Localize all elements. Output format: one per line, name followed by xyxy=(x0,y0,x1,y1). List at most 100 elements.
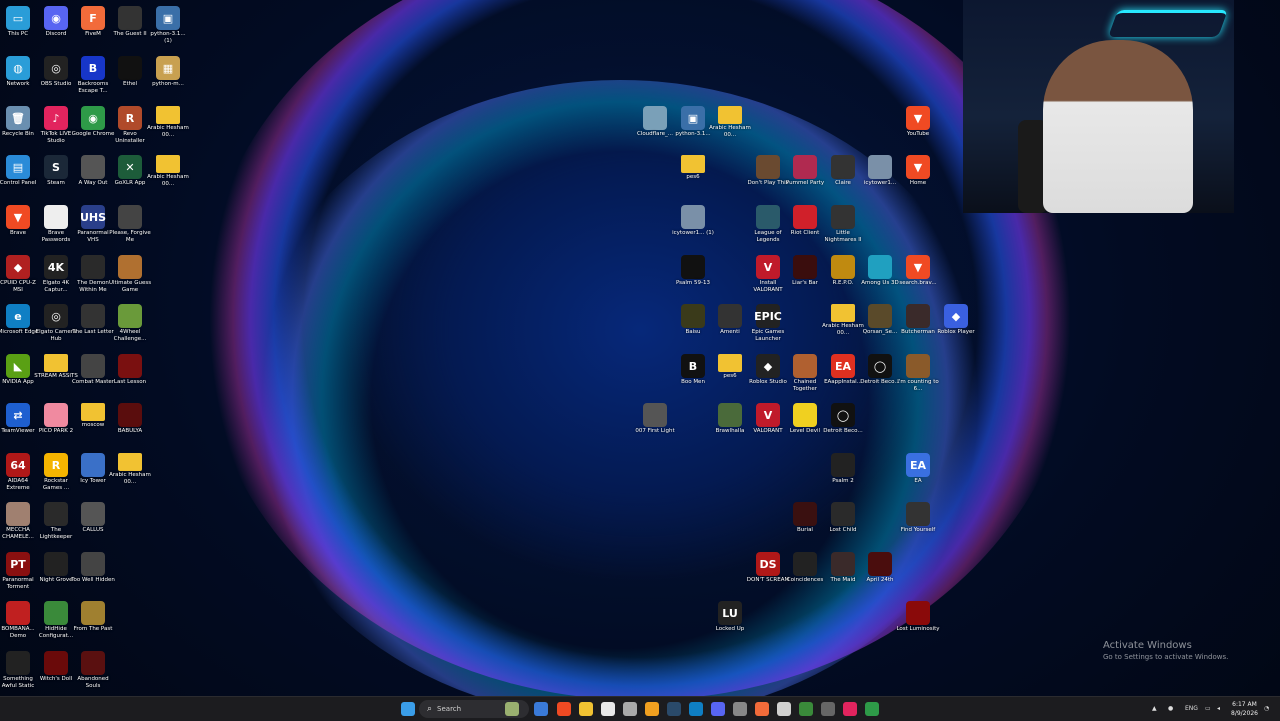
microphone-icon[interactable]: ● xyxy=(1168,697,1173,721)
desktop-icon[interactable]: ◉ Google Chrome xyxy=(72,106,114,138)
desktop-icon[interactable]: ◆ Roblox Player xyxy=(936,304,976,336)
desktop-icon[interactable]: Pummel Party xyxy=(785,155,825,187)
desktop-icon[interactable]: ▼ YouTube xyxy=(898,106,938,138)
desktop-icon[interactable]: Cloudflare_... xyxy=(635,106,675,138)
desktop-icon[interactable]: The Guest II xyxy=(110,6,150,38)
taskbar-app-icon[interactable] xyxy=(733,702,747,716)
desktop-icon[interactable]: I'm counting to 6... xyxy=(897,354,939,393)
desktop-icon[interactable]: ✕ GoXLR App xyxy=(110,155,150,187)
desktop-icon[interactable]: DS DON'T SCREAM xyxy=(747,552,789,584)
desktop-icon[interactable]: BOMBANA... Demo xyxy=(0,601,38,640)
desktop-icon[interactable]: EA EA xyxy=(898,453,938,485)
desktop-icon[interactable]: Arabic Hesham 00... xyxy=(822,304,864,337)
desktop-icon[interactable]: B Boo Men xyxy=(673,354,713,386)
desktop-icon[interactable]: ◆ Roblox Studio xyxy=(748,354,788,386)
taskbar-app-icon[interactable] xyxy=(777,702,791,716)
taskbar-app-icon[interactable] xyxy=(505,702,519,716)
taskbar-app-icon[interactable] xyxy=(821,702,835,716)
desktop-icon[interactable]: Arabic Hesham 00... xyxy=(709,106,751,139)
desktop-icon[interactable]: ▼ Brave xyxy=(0,205,38,237)
desktop-icon[interactable]: From The Past xyxy=(73,601,113,633)
taskbar-app-icon[interactable] xyxy=(865,702,879,716)
desktop-icon[interactable]: Liar's Bar xyxy=(785,255,825,287)
desktop-icon[interactable]: PT Paranormal Torment xyxy=(0,552,38,591)
desktop-icon[interactable]: R Revo Uninstaller xyxy=(110,106,150,145)
desktop-icon[interactable]: 64 AIDA64 Extreme xyxy=(0,453,38,492)
desktop-icon[interactable]: icytower1... (1) xyxy=(672,205,714,237)
desktop-icon[interactable]: V VALORANT xyxy=(748,403,788,435)
desktop-icon[interactable]: Ethel xyxy=(110,56,150,88)
desktop-icon[interactable]: ▭ This PC xyxy=(0,6,38,38)
desktop-icon[interactable]: R.E.P.O. xyxy=(823,255,863,287)
desktop-icon[interactable]: CALLUS xyxy=(73,502,113,534)
desktop-icon[interactable]: Arabic Hesham 00... xyxy=(109,453,151,486)
desktop-icon[interactable]: Baisu xyxy=(673,304,713,336)
desktop-icon[interactable]: S Steam xyxy=(36,155,76,187)
desktop-icon[interactable]: The Lightkeeper xyxy=(36,502,76,541)
taskbar-app-icon[interactable] xyxy=(799,702,813,716)
desktop-icon[interactable]: Please, Forgive Me xyxy=(109,205,151,244)
desktop-icon[interactable]: Night Grove xyxy=(36,552,76,584)
chevron-up-icon[interactable]: ▲ xyxy=(1152,697,1157,721)
taskbar-app-icon[interactable] xyxy=(645,702,659,716)
desktop-icon[interactable]: ▤ Control Panel xyxy=(0,155,38,187)
desktop-icon[interactable]: Something Awful Static xyxy=(0,651,38,690)
desktop-icon[interactable]: Combat Master xyxy=(72,354,114,386)
desktop-icon[interactable]: ▣ python-3.1... (1) xyxy=(148,6,188,45)
desktop-icon[interactable]: ◣ NVIDIA App xyxy=(0,354,38,386)
desktop-icon[interactable]: ▣ python-3.1... xyxy=(673,106,713,138)
desktop-icon[interactable]: ▦ python-m... xyxy=(148,56,188,88)
desktop-icon[interactable]: Lost Child xyxy=(823,502,863,534)
desktop-icon[interactable]: V Install VALORANT xyxy=(748,255,788,294)
taskbar-app-icon[interactable] xyxy=(843,702,857,716)
taskbar-app-icon[interactable] xyxy=(667,702,681,716)
desktop-icon[interactable]: A Way Out xyxy=(73,155,113,187)
desktop-icon[interactable]: 007 First Light xyxy=(635,403,675,435)
desktop-icon[interactable]: Arabic Hesham 00... xyxy=(147,155,189,188)
desktop-icon[interactable]: PICO PARK 2 xyxy=(36,403,76,435)
taskbar-app-icon[interactable] xyxy=(623,702,637,716)
volume-icon[interactable]: ◂ xyxy=(1217,697,1220,721)
desktop-icon[interactable]: Amenti xyxy=(710,304,750,336)
taskbar-app-icon[interactable] xyxy=(601,702,615,716)
desktop-icon[interactable]: EPIC Epic Games Launcher xyxy=(748,304,788,343)
taskbar-app-icon[interactable] xyxy=(557,702,571,716)
desktop-icon[interactable]: ◎ OBS Studio xyxy=(36,56,76,88)
desktop-icon[interactable]: pes6 xyxy=(673,155,713,181)
clock[interactable]: 6:17 AM 8/9/2026 xyxy=(1231,700,1258,718)
desktop-icon[interactable]: Claire xyxy=(823,155,863,187)
desktop-icon[interactable]: LU Locked Up xyxy=(710,601,750,633)
desktop-icon[interactable]: ♪ TikTok LIVE Studio xyxy=(36,106,76,145)
desktop-icon[interactable]: Brawlhalla xyxy=(710,403,750,435)
desktop-icon[interactable]: Find Yourself xyxy=(898,502,938,534)
desktop-icon[interactable]: Among Us 3D xyxy=(860,255,900,287)
desktop-icon[interactable]: HidHide Configurat... xyxy=(36,601,76,640)
desktop-icon[interactable]: April 24th xyxy=(860,552,900,584)
desktop-icon[interactable]: Coincidences xyxy=(785,552,825,584)
network-icon[interactable]: ▭ xyxy=(1205,697,1211,721)
desktop-icon[interactable]: Butcherman xyxy=(898,304,938,336)
desktop-icon[interactable]: Psalm 2 xyxy=(823,453,863,485)
desktop-icon[interactable]: Level Devil xyxy=(785,403,825,435)
desktop-icon[interactable]: ◆ CPUID CPU-Z MSI xyxy=(0,255,38,294)
taskbar-app-icon[interactable] xyxy=(579,702,593,716)
desktop-icon[interactable]: ◍ Network xyxy=(0,56,38,88)
desktop-icon[interactable]: Lost Luminosity xyxy=(896,601,940,633)
desktop-icon[interactable]: UHS Paranormal VHS xyxy=(73,205,113,244)
desktop-icon[interactable]: e Microsoft Edge xyxy=(0,304,38,336)
desktop-icon[interactable]: Little Nightmares II xyxy=(823,205,863,244)
desktop-icon[interactable]: Icy Tower xyxy=(73,453,113,485)
desktop-icon[interactable]: ◯ Detroit Beco... xyxy=(823,403,863,435)
desktop-icon[interactable]: F FiveM xyxy=(73,6,113,38)
desktop-icon[interactable]: R Rockstar Games ... xyxy=(36,453,76,492)
desktop-icon[interactable]: Last Lesson xyxy=(110,354,150,386)
start-icon[interactable] xyxy=(401,702,415,716)
desktop-icon[interactable]: Abandoned Souls xyxy=(73,651,113,690)
desktop-icon[interactable]: MECCHA CHAMELE... xyxy=(0,502,38,541)
desktop-icon[interactable]: EA EAappInstal... xyxy=(823,354,863,386)
desktop-icon[interactable]: STREAM ASSITS xyxy=(34,354,78,380)
taskbar-app-icon[interactable] xyxy=(711,702,725,716)
language-indicator[interactable]: ENG xyxy=(1185,697,1198,721)
desktop-icon[interactable]: The Last Letter xyxy=(72,304,114,336)
desktop-icon[interactable]: B Backrooms Escape T... xyxy=(73,56,113,95)
